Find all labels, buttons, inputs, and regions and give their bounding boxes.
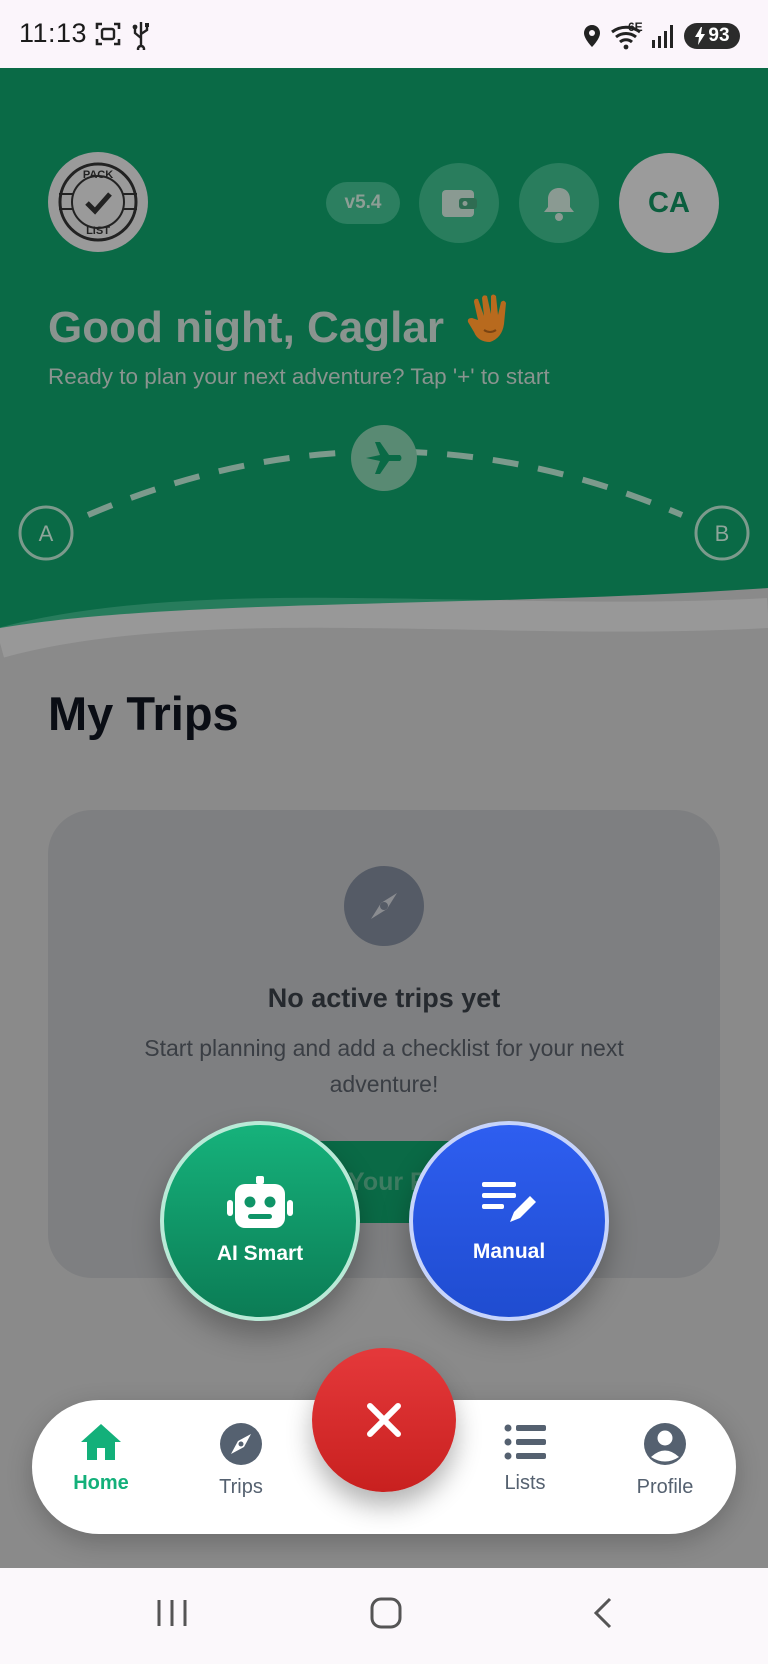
- pack-list-logo: PACK LIST: [48, 152, 148, 252]
- greeting-title: Good night, Caglar: [48, 290, 520, 357]
- home-system-icon[interactable]: [369, 1596, 403, 1630]
- compass-icon: [371, 893, 397, 919]
- compass-icon: [220, 1423, 262, 1465]
- empty-state-title: No active trips yet: [267, 983, 501, 1013]
- airplane-icon: [351, 425, 417, 491]
- battery-charging-icon: [695, 27, 706, 45]
- svg-text:PACK: PACK: [83, 169, 113, 181]
- logo-stamp-icon: PACK LIST: [58, 162, 138, 242]
- nav-label-lists: Lists: [504, 1472, 546, 1494]
- route-end-marker: B: [694, 505, 750, 561]
- ai-smart-button[interactable]: AI Smart: [160, 1121, 360, 1321]
- manual-label: Manual: [472, 1240, 546, 1263]
- back-icon[interactable]: [586, 1596, 620, 1630]
- ai-smart-label: AI Smart: [216, 1242, 304, 1265]
- wallet-button[interactable]: [419, 163, 499, 243]
- version-badge: v5.4: [326, 182, 400, 224]
- empty-state-compass: [344, 866, 424, 946]
- usb-icon: [132, 22, 149, 50]
- battery-level: 93: [708, 25, 730, 46]
- app-screen: 11:13 6E 93 PACK LIST v5.4 CA Good night…: [0, 0, 768, 1664]
- home-header: PACK LIST v5.4 CA Good night, Caglar Rea…: [0, 68, 768, 658]
- svg-text:LIST: LIST: [86, 225, 110, 237]
- my-trips-heading: My Trips: [48, 687, 239, 740]
- notifications-button[interactable]: [519, 163, 599, 243]
- nav-label-profile: Profile: [636, 1476, 694, 1498]
- empty-state-description: Start planning and add a checklist for y…: [144, 1035, 624, 1097]
- route-start-marker: A: [18, 505, 74, 561]
- svg-text:B: B: [715, 521, 730, 546]
- greeting-text: Good night, Caglar: [48, 303, 444, 352]
- status-time: 11:13: [19, 18, 88, 48]
- nav-item-lists[interactable]: Lists: [470, 1422, 580, 1495]
- close-icon: [367, 1403, 401, 1437]
- wallet-icon: [442, 190, 477, 217]
- svg-text:A: A: [39, 521, 54, 546]
- nav-label-trips: Trips: [219, 1476, 263, 1498]
- nav-item-trips[interactable]: Trips: [186, 1422, 296, 1499]
- waving-hand-icon: [464, 290, 520, 357]
- nav-label-home: Home: [73, 1472, 129, 1494]
- close-fab-button[interactable]: [312, 1348, 456, 1492]
- signal-icon: [652, 25, 673, 48]
- recent-apps-icon[interactable]: [155, 1596, 189, 1630]
- profile-icon: [644, 1423, 686, 1465]
- bell-icon: [544, 188, 574, 221]
- screenshot-icon: [95, 22, 121, 46]
- system-navigation-bar: [0, 1568, 768, 1664]
- location-icon: [584, 25, 600, 47]
- greeting-subtitle: Ready to plan your next adventure? Tap '…: [48, 364, 550, 389]
- network-type-label: 6E: [628, 20, 643, 34]
- list-icon: [504, 1424, 546, 1460]
- robot-icon: [227, 1176, 293, 1228]
- home-icon: [81, 1424, 121, 1460]
- nav-item-home[interactable]: Home: [46, 1422, 156, 1495]
- edit-list-icon: [482, 1182, 536, 1222]
- status-bar: 11:13 6E 93: [0, 0, 768, 68]
- nav-item-profile[interactable]: Profile: [610, 1422, 720, 1499]
- battery-indicator: 93: [684, 23, 740, 49]
- manual-button[interactable]: Manual: [409, 1121, 609, 1321]
- user-avatar[interactable]: CA: [619, 153, 719, 253]
